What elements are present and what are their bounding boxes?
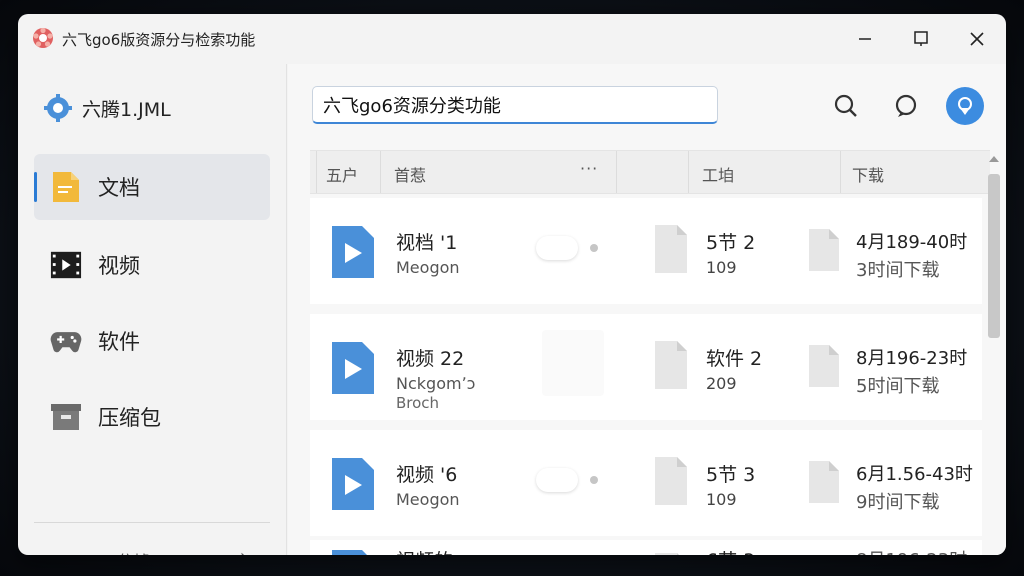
sidebar-divider bbox=[34, 522, 270, 523]
download-button[interactable] bbox=[946, 87, 984, 125]
close-button[interactable] bbox=[964, 26, 990, 52]
sidebar-item-archive[interactable]: 压缩包 bbox=[34, 384, 270, 450]
download-time: 3时间下载 bbox=[856, 260, 940, 281]
table-row[interactable]: 视档 '1 Meogon 5节 2 109 4月189-40时 3时间下载 bbox=[310, 198, 982, 304]
app-logo-icon bbox=[33, 27, 53, 48]
file-icon bbox=[655, 341, 687, 389]
file-icon bbox=[655, 225, 687, 273]
sidebar: 六腾1.JML 文档 视频 软件 压缩包 bbox=[18, 64, 286, 555]
close-icon bbox=[970, 32, 984, 46]
chat-button[interactable] bbox=[888, 88, 924, 124]
app-window: 六飞go6版资源分与检索功能 六腾1.JML 文档 视频 软件 压缩包 六飞go… bbox=[18, 14, 1006, 555]
toggle-switch[interactable] bbox=[536, 236, 578, 260]
more-options-icon[interactable]: ··· bbox=[580, 159, 598, 178]
file-icon bbox=[809, 229, 839, 271]
column-divider bbox=[316, 151, 317, 193]
sidebar-item-documents[interactable]: 文档 bbox=[34, 154, 270, 220]
file-name: 视频 22 bbox=[396, 348, 465, 370]
column-divider bbox=[840, 151, 841, 193]
column-header[interactable]: 工垍 bbox=[702, 162, 734, 186]
sidebar-footer[interactable]: 依據 › bbox=[48, 546, 268, 555]
sidebar-item-label: 软件 bbox=[98, 330, 140, 354]
column-divider bbox=[688, 151, 689, 193]
scrollbar[interactable] bbox=[984, 150, 1002, 555]
search-icon bbox=[834, 94, 857, 117]
scroll-up-icon[interactable] bbox=[989, 156, 999, 162]
archive-icon bbox=[50, 401, 82, 433]
file-date: 8月196-23时 bbox=[856, 348, 968, 369]
file-name: 视档 '1 bbox=[396, 232, 458, 254]
file-subtitle-2: Broch bbox=[396, 394, 440, 412]
sidebar-item-label: 视频 bbox=[98, 254, 140, 278]
document-icon bbox=[50, 171, 82, 203]
scrollbar-thumb[interactable] bbox=[988, 174, 1000, 338]
file-icon bbox=[809, 345, 839, 387]
status-dot bbox=[590, 244, 598, 252]
file-count: 109 bbox=[706, 258, 737, 277]
sidebar-item-software[interactable]: 软件 bbox=[34, 308, 270, 374]
toggle-switch[interactable] bbox=[536, 468, 578, 492]
download-icon bbox=[958, 97, 972, 115]
minimize-button[interactable] bbox=[852, 26, 878, 52]
file-section: 6节 3 bbox=[706, 546, 755, 555]
search-input[interactable] bbox=[312, 86, 718, 124]
maximize-button[interactable] bbox=[908, 26, 934, 52]
column-header[interactable]: 首惹 bbox=[394, 162, 426, 186]
brand: 六腾1.JML bbox=[44, 94, 171, 122]
file-icon bbox=[655, 457, 687, 505]
avatar-icon bbox=[48, 550, 78, 555]
file-count: 109 bbox=[706, 490, 737, 509]
file-section: 软件 2 bbox=[706, 348, 763, 370]
file-name: 视频的 bbox=[396, 546, 453, 555]
brand-name: 六腾1.JML bbox=[82, 98, 171, 121]
window-title: 六飞go6版资源分与检索功能 bbox=[62, 31, 256, 49]
video-file-icon bbox=[332, 550, 367, 555]
column-divider bbox=[616, 151, 617, 193]
search-button[interactable] bbox=[828, 88, 864, 124]
file-subtitle: Nckgomʼɔ bbox=[396, 374, 476, 393]
chat-icon bbox=[895, 94, 917, 117]
file-section: 5节 2 bbox=[706, 232, 756, 254]
file-subtitle: Meogon bbox=[396, 258, 460, 277]
file-icon bbox=[809, 461, 839, 503]
file-date: 4月189-40时 bbox=[856, 232, 968, 253]
main-panel: 五户 首惹 ··· 工垍 下载 视档 '1 Meogon 5节 2 109 4月… bbox=[288, 64, 1006, 555]
column-header[interactable]: 五户 bbox=[326, 162, 358, 186]
title-bar: 六飞go6版资源分与检索功能 bbox=[18, 14, 1006, 64]
file-date: 6月1.56-43时 bbox=[856, 464, 973, 485]
film-icon bbox=[50, 249, 82, 281]
sidebar-item-label: 文档 bbox=[98, 176, 140, 200]
column-header[interactable]: 下载 bbox=[852, 162, 884, 186]
file-name: 视频 '6 bbox=[396, 464, 458, 486]
thumbnail-placeholder bbox=[542, 330, 604, 396]
table-header: 五户 首惹 ··· 工垍 下载 bbox=[310, 150, 990, 194]
video-file-icon bbox=[332, 458, 374, 510]
sidebar-separator bbox=[286, 64, 287, 555]
video-file-icon bbox=[332, 226, 374, 278]
minimize-icon bbox=[859, 38, 871, 40]
maximize-icon bbox=[914, 31, 928, 46]
video-file-icon bbox=[332, 342, 374, 394]
file-icon bbox=[655, 553, 679, 555]
chevron-right-icon: › bbox=[240, 546, 246, 555]
download-time: 9时间下载 bbox=[856, 492, 940, 513]
file-section: 5节 3 bbox=[706, 464, 756, 486]
file-date: 8月196-23时 bbox=[856, 546, 967, 555]
column-divider bbox=[380, 151, 381, 193]
sidebar-item-label: 压缩包 bbox=[98, 406, 161, 430]
gear-icon bbox=[44, 94, 72, 122]
download-time: 5时间下载 bbox=[856, 376, 940, 397]
table-row[interactable]: 视频的 6节 3 8月196-23时 bbox=[310, 540, 982, 555]
file-count: 209 bbox=[706, 374, 737, 393]
sidebar-footer-label: 依據 bbox=[118, 548, 150, 555]
sidebar-item-video[interactable]: 视频 bbox=[34, 232, 270, 298]
gamepad-icon bbox=[50, 325, 82, 357]
status-dot bbox=[590, 476, 598, 484]
table-row[interactable]: 视频 22 Nckgomʼɔ Broch 软件 2 209 8月196-23时 … bbox=[310, 314, 982, 420]
table-row[interactable]: 视频 '6 Meogon 5节 3 109 6月1.56-43时 9时间下载 bbox=[310, 430, 982, 536]
file-subtitle: Meogon bbox=[396, 490, 460, 509]
